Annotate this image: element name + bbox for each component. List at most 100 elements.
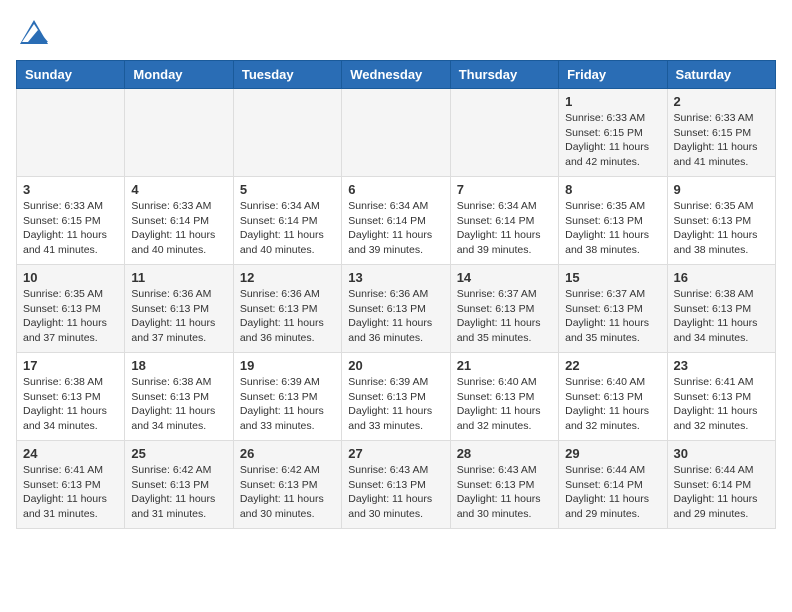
day-info: Sunrise: 6:36 AM Sunset: 6:13 PM Dayligh…	[348, 287, 443, 346]
day-info: Sunrise: 6:37 AM Sunset: 6:13 PM Dayligh…	[565, 287, 660, 346]
calendar-cell: 2 Sunrise: 6:33 AM Sunset: 6:15 PM Daylig…	[667, 89, 775, 177]
day-info: Sunrise: 6:42 AM Sunset: 6:13 PM Dayligh…	[131, 463, 226, 522]
calendar-cell: 17 Sunrise: 6:38 AM Sunset: 6:13 PM Dayli…	[17, 353, 125, 441]
calendar-cell: 19 Sunrise: 6:39 AM Sunset: 6:13 PM Dayli…	[233, 353, 341, 441]
calendar-week-row: 17 Sunrise: 6:38 AM Sunset: 6:13 PM Dayli…	[17, 353, 776, 441]
day-info: Sunrise: 6:35 AM Sunset: 6:13 PM Dayligh…	[674, 199, 769, 258]
calendar-cell: 16 Sunrise: 6:38 AM Sunset: 6:13 PM Dayli…	[667, 265, 775, 353]
calendar-week-row: 1Sunrise: 6:33 AM Sunset: 6:15 PM Daylig…	[17, 89, 776, 177]
calendar-cell: 25 Sunrise: 6:42 AM Sunset: 6:13 PM Dayli…	[125, 441, 233, 529]
calendar-cell: 18 Sunrise: 6:38 AM Sunset: 6:13 PM Dayli…	[125, 353, 233, 441]
calendar-cell: 26 Sunrise: 6:42 AM Sunset: 6:13 PM Dayli…	[233, 441, 341, 529]
day-info: Sunrise: 6:36 AM Sunset: 6:13 PM Dayligh…	[131, 287, 226, 346]
day-number: 12	[240, 270, 335, 285]
day-info: Sunrise: 6:36 AM Sunset: 6:13 PM Dayligh…	[240, 287, 335, 346]
day-number: 10	[23, 270, 118, 285]
calendar-cell	[342, 89, 450, 177]
calendar-cell	[233, 89, 341, 177]
day-info: Sunrise: 6:33 AM Sunset: 6:15 PM Dayligh…	[565, 111, 660, 170]
day-info: Sunrise: 6:42 AM Sunset: 6:13 PM Dayligh…	[240, 463, 335, 522]
day-number: 9	[674, 182, 769, 197]
day-info: Sunrise: 6:35 AM Sunset: 6:13 PM Dayligh…	[23, 287, 118, 346]
day-info: Sunrise: 6:34 AM Sunset: 6:14 PM Dayligh…	[240, 199, 335, 258]
calendar-cell: 7 Sunrise: 6:34 AM Sunset: 6:14 PM Daylig…	[450, 177, 558, 265]
calendar-cell: 22Sunrise: 6:40 AM Sunset: 6:13 PM Dayli…	[559, 353, 667, 441]
day-number: 16	[674, 270, 769, 285]
day-info: Sunrise: 6:44 AM Sunset: 6:14 PM Dayligh…	[674, 463, 769, 522]
day-info: Sunrise: 6:40 AM Sunset: 6:13 PM Dayligh…	[457, 375, 552, 434]
calendar-week-row: 24 Sunrise: 6:41 AM Sunset: 6:13 PM Dayli…	[17, 441, 776, 529]
day-info: Sunrise: 6:43 AM Sunset: 6:13 PM Dayligh…	[457, 463, 552, 522]
weekday-header-friday: Friday	[559, 61, 667, 89]
logo-icon	[16, 16, 52, 52]
calendar-cell	[450, 89, 558, 177]
calendar-cell: 21 Sunrise: 6:40 AM Sunset: 6:13 PM Dayli…	[450, 353, 558, 441]
day-number: 26	[240, 446, 335, 461]
day-info: Sunrise: 6:33 AM Sunset: 6:14 PM Dayligh…	[131, 199, 226, 258]
calendar-cell: 15 Sunrise: 6:37 AM Sunset: 6:13 PM Dayli…	[559, 265, 667, 353]
day-number: 2	[674, 94, 769, 109]
calendar-cell: 30 Sunrise: 6:44 AM Sunset: 6:14 PM Dayli…	[667, 441, 775, 529]
calendar-table: SundayMondayTuesdayWednesdayThursdayFrid…	[16, 60, 776, 529]
calendar-cell: 10 Sunrise: 6:35 AM Sunset: 6:13 PM Dayli…	[17, 265, 125, 353]
weekday-header-thursday: Thursday	[450, 61, 558, 89]
day-info: Sunrise: 6:38 AM Sunset: 6:13 PM Dayligh…	[23, 375, 118, 434]
day-number: 5	[240, 182, 335, 197]
day-number: 15	[565, 270, 660, 285]
calendar-cell: 14 Sunrise: 6:37 AM Sunset: 6:13 PM Dayli…	[450, 265, 558, 353]
day-info: Sunrise: 6:34 AM Sunset: 6:14 PM Dayligh…	[457, 199, 552, 258]
calendar-cell: 4Sunrise: 6:33 AM Sunset: 6:14 PM Daylig…	[125, 177, 233, 265]
calendar-week-row: 3 Sunrise: 6:33 AM Sunset: 6:15 PM Daylig…	[17, 177, 776, 265]
day-info: Sunrise: 6:43 AM Sunset: 6:13 PM Dayligh…	[348, 463, 443, 522]
day-info: Sunrise: 6:40 AM Sunset: 6:13 PM Dayligh…	[565, 375, 660, 434]
calendar-cell: 27 Sunrise: 6:43 AM Sunset: 6:13 PM Dayli…	[342, 441, 450, 529]
calendar-cell: 8 Sunrise: 6:35 AM Sunset: 6:13 PM Daylig…	[559, 177, 667, 265]
day-number: 20	[348, 358, 443, 373]
day-number: 23	[674, 358, 769, 373]
day-number: 29	[565, 446, 660, 461]
logo	[16, 16, 56, 52]
day-number: 18	[131, 358, 226, 373]
day-number: 13	[348, 270, 443, 285]
calendar-cell: 20 Sunrise: 6:39 AM Sunset: 6:13 PM Dayli…	[342, 353, 450, 441]
day-number: 25	[131, 446, 226, 461]
weekday-header-monday: Monday	[125, 61, 233, 89]
calendar-cell: 24 Sunrise: 6:41 AM Sunset: 6:13 PM Dayli…	[17, 441, 125, 529]
day-number: 30	[674, 446, 769, 461]
calendar-week-row: 10 Sunrise: 6:35 AM Sunset: 6:13 PM Dayli…	[17, 265, 776, 353]
day-number: 17	[23, 358, 118, 373]
day-number: 8	[565, 182, 660, 197]
weekday-header-tuesday: Tuesday	[233, 61, 341, 89]
calendar-cell: 13 Sunrise: 6:36 AM Sunset: 6:13 PM Dayli…	[342, 265, 450, 353]
calendar-cell: 9 Sunrise: 6:35 AM Sunset: 6:13 PM Daylig…	[667, 177, 775, 265]
day-number: 14	[457, 270, 552, 285]
day-number: 28	[457, 446, 552, 461]
day-info: Sunrise: 6:33 AM Sunset: 6:15 PM Dayligh…	[23, 199, 118, 258]
day-info: Sunrise: 6:39 AM Sunset: 6:13 PM Dayligh…	[240, 375, 335, 434]
day-number: 19	[240, 358, 335, 373]
day-number: 24	[23, 446, 118, 461]
calendar-cell: 28 Sunrise: 6:43 AM Sunset: 6:13 PM Dayli…	[450, 441, 558, 529]
calendar-cell: 3 Sunrise: 6:33 AM Sunset: 6:15 PM Daylig…	[17, 177, 125, 265]
day-info: Sunrise: 6:34 AM Sunset: 6:14 PM Dayligh…	[348, 199, 443, 258]
day-info: Sunrise: 6:41 AM Sunset: 6:13 PM Dayligh…	[23, 463, 118, 522]
day-number: 27	[348, 446, 443, 461]
calendar-cell: 23Sunrise: 6:41 AM Sunset: 6:13 PM Dayli…	[667, 353, 775, 441]
day-info: Sunrise: 6:33 AM Sunset: 6:15 PM Dayligh…	[674, 111, 769, 170]
day-info: Sunrise: 6:39 AM Sunset: 6:13 PM Dayligh…	[348, 375, 443, 434]
calendar-cell: 11Sunrise: 6:36 AM Sunset: 6:13 PM Dayli…	[125, 265, 233, 353]
day-info: Sunrise: 6:38 AM Sunset: 6:13 PM Dayligh…	[131, 375, 226, 434]
page-header	[16, 16, 776, 52]
calendar-cell: 5 Sunrise: 6:34 AM Sunset: 6:14 PM Daylig…	[233, 177, 341, 265]
day-number: 21	[457, 358, 552, 373]
calendar-cell	[125, 89, 233, 177]
day-number: 7	[457, 182, 552, 197]
weekday-header-sunday: Sunday	[17, 61, 125, 89]
day-info: Sunrise: 6:35 AM Sunset: 6:13 PM Dayligh…	[565, 199, 660, 258]
calendar-cell: 12 Sunrise: 6:36 AM Sunset: 6:13 PM Dayli…	[233, 265, 341, 353]
day-number: 3	[23, 182, 118, 197]
day-info: Sunrise: 6:38 AM Sunset: 6:13 PM Dayligh…	[674, 287, 769, 346]
calendar-cell: 6Sunrise: 6:34 AM Sunset: 6:14 PM Daylig…	[342, 177, 450, 265]
day-info: Sunrise: 6:37 AM Sunset: 6:13 PM Dayligh…	[457, 287, 552, 346]
weekday-header-row: SundayMondayTuesdayWednesdayThursdayFrid…	[17, 61, 776, 89]
